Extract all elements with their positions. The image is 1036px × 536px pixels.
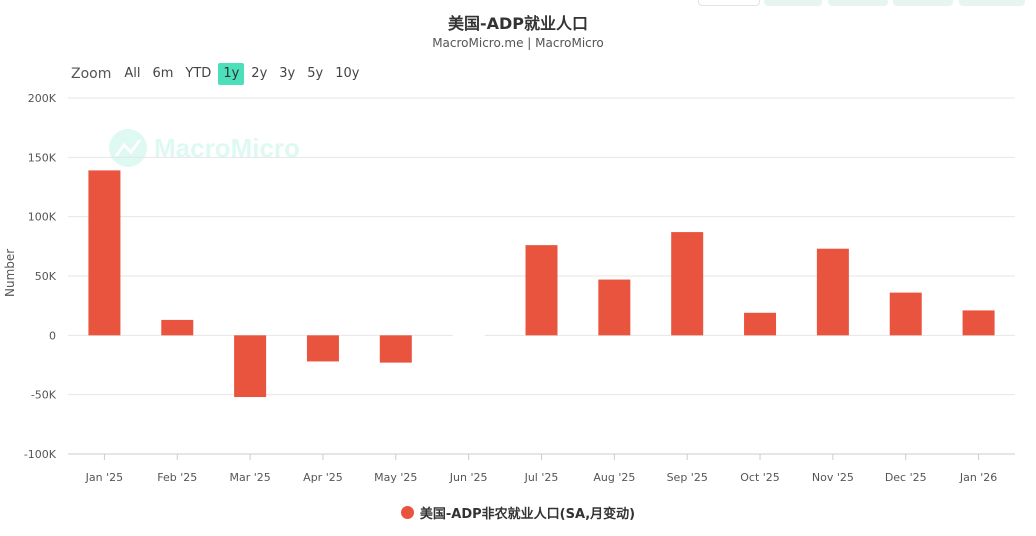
bar[interactable]	[234, 335, 267, 398]
bar[interactable]	[744, 312, 777, 336]
bar[interactable]	[161, 319, 194, 336]
bar[interactable]	[816, 248, 849, 336]
y-tick-label: 100K	[28, 211, 57, 224]
x-axis-ticks: Jan '25 Feb '25 Mar '25 Apr '25 May '25 Jun '…	[68, 453, 1015, 484]
legend[interactable]: 美国-ADP非农就业人口(SA,月变动)	[0, 503, 1036, 522]
legend-label: 美国-ADP非农就业人口(SA,月变动)	[419, 507, 636, 522]
bar[interactable]	[306, 335, 339, 362]
bar[interactable]	[88, 170, 121, 336]
bar[interactable]	[525, 245, 558, 336]
bars	[88, 170, 995, 398]
bar[interactable]	[962, 310, 995, 336]
x-tick-label: Mar '25	[229, 471, 270, 484]
y-tick-label: 200K	[28, 92, 57, 105]
x-tick-label: Jul '25	[524, 471, 559, 484]
bar[interactable]	[889, 292, 922, 336]
bar[interactable]	[598, 279, 631, 336]
y-axis-ticks: 200K 150K 100K 50K 0 -50K -100K	[24, 92, 57, 461]
x-tick-label: Jan '26	[959, 471, 997, 484]
watermark: MacroMicro	[109, 129, 300, 167]
bar[interactable]	[671, 232, 704, 336]
x-tick-label: Dec '25	[885, 471, 927, 484]
bar-chart: MacroMicro 200K 150K 100K 50K 0 -50K -100K Jan…	[24, 92, 1015, 484]
x-tick-label: Jun '25	[449, 471, 488, 484]
x-tick-label: Oct '25	[740, 471, 780, 484]
watermark-text: MacroMicro	[154, 133, 300, 163]
y-tick-label: 0	[49, 329, 56, 342]
y-tick-label: 50K	[35, 270, 57, 283]
missing-data-gap	[452, 334, 485, 338]
x-tick-label: Sep '25	[667, 471, 708, 484]
x-tick-label: Feb '25	[157, 471, 197, 484]
x-tick-label: Nov '25	[812, 471, 854, 484]
x-tick-label: Aug '25	[593, 471, 635, 484]
x-tick-label: Jan '25	[85, 471, 123, 484]
y-tick-label: 150K	[28, 151, 57, 164]
bar[interactable]	[379, 335, 412, 363]
y-tick-label: -50K	[31, 389, 57, 402]
legend-marker	[400, 506, 414, 519]
x-tick-label: May '25	[374, 471, 417, 484]
y-tick-label: -100K	[24, 448, 57, 461]
x-tick-label: Apr '25	[303, 471, 343, 484]
